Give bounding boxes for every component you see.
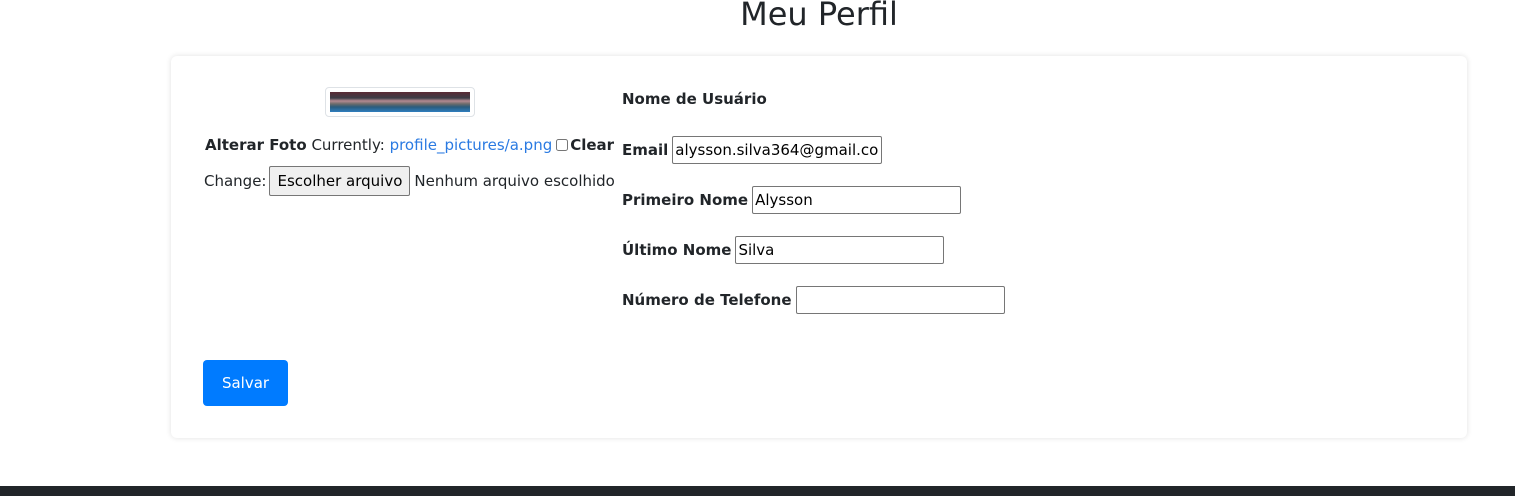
- phone-field[interactable]: [795, 286, 1005, 314]
- first-name-label: Primeiro Nome: [622, 191, 749, 209]
- phone-row: Número de Telefone: [622, 286, 1005, 314]
- profile-picture-image: [330, 92, 470, 112]
- currently-label: Currently:: [311, 136, 385, 154]
- page-title: Meu Perfil: [740, 0, 898, 33]
- change-label: Change:: [204, 172, 267, 190]
- footer: [0, 486, 1515, 496]
- no-file-text: Nenhum arquivo escolhido: [414, 172, 615, 190]
- photo-change-row: Change: Escolher arquivo Nenhum arquivo …: [204, 166, 615, 196]
- save-button[interactable]: Salvar: [203, 360, 288, 406]
- first-name-row: Primeiro Nome: [622, 186, 962, 214]
- email-field-row: Email: [622, 136, 883, 164]
- last-name-label: Último Nome: [622, 241, 732, 259]
- clear-photo-checkbox[interactable]: [556, 139, 569, 151]
- profile-card: Alterar Foto Currently: profile_pictures…: [171, 56, 1467, 438]
- first-name-field[interactable]: [752, 186, 962, 214]
- phone-label: Número de Telefone: [622, 291, 792, 309]
- photo-current-row: Alterar Foto Currently: profile_pictures…: [205, 135, 614, 155]
- last-name-field[interactable]: [735, 236, 945, 264]
- email-label: Email: [622, 141, 669, 159]
- current-photo-link[interactable]: profile_pictures/a.png: [390, 136, 553, 154]
- avatar: [325, 87, 475, 117]
- username-label: Nome de Usuário: [622, 90, 767, 108]
- last-name-row: Último Nome: [622, 236, 945, 264]
- username-field: Nome de Usuário: [622, 87, 767, 111]
- email-field[interactable]: [672, 136, 883, 164]
- choose-file-button[interactable]: Escolher arquivo: [269, 166, 411, 196]
- clear-label: Clear: [570, 136, 615, 154]
- change-photo-label: Alterar Foto: [205, 136, 307, 154]
